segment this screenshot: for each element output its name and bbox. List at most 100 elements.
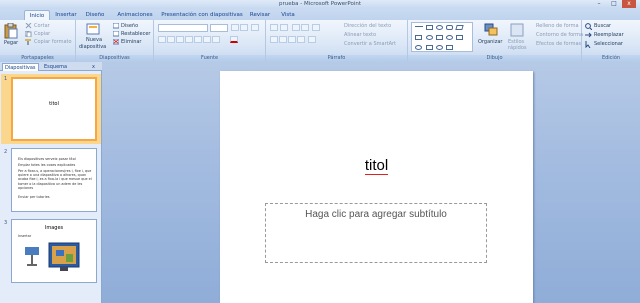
group-label-parrafo: Párrafo [266,55,407,62]
monitor-image-icon [48,242,80,271]
shadow-button[interactable] [194,36,202,43]
subtitle-placeholder[interactable]: Haga clic para agregar subtítulo [265,203,487,263]
strikethrough-button[interactable] [185,36,193,43]
change-case-button[interactable] [212,36,220,43]
group-dibujo: Organizar Estilos rápidos Relleno de for… [408,20,583,62]
find-button[interactable]: Buscar [594,23,611,29]
paste-button[interactable]: Pegar [4,40,18,46]
group-portapapeles: Pegar Cortar Copiar Copiar formato Porta… [0,20,76,62]
group-label-fuente: Fuente [154,55,265,62]
oval-shape-icon[interactable] [436,25,443,30]
align-text-button[interactable]: Alinear texto [344,32,376,38]
tab-diseno[interactable]: Diseño [82,10,108,20]
line-spacing-button[interactable] [312,24,320,31]
slide-title-text: titol [364,157,389,175]
tab-vista[interactable]: Vista [276,10,300,20]
paste-icon[interactable] [4,23,18,39]
tab-presentacion[interactable]: Presentación con diapositivas [160,10,244,20]
parallelogram-shape-icon[interactable] [455,25,464,30]
callout-shape-icon[interactable] [426,45,433,50]
clear-format-button[interactable] [251,24,259,31]
layout-button[interactable]: Diseño [121,23,138,29]
replace-button[interactable]: Reemplazar [594,32,624,38]
italic-button[interactable] [167,36,175,43]
slide-thumb-title: titol [49,101,59,107]
slide-thumbnail-1[interactable]: titol [11,77,97,141]
shape-outline-button[interactable]: Contorno de forma [536,32,583,38]
triangle-shape-icon[interactable] [436,35,443,40]
copy-icon [25,31,32,37]
group-fuente: Fuente [154,20,266,62]
slide-thumbnail-2[interactable]: Els diapositives serveix posar títol Emp… [11,148,97,212]
new-slide-icon[interactable] [86,23,100,36]
tab-diapositivas[interactable]: Diapositivas [2,63,39,71]
find-icon [585,23,592,30]
chevron-shape-icon[interactable] [446,45,453,50]
arrow-shape-icon[interactable] [415,35,422,40]
rectangle-shape-icon[interactable] [426,25,433,30]
star-shape-icon[interactable] [456,35,463,40]
shrink-font-button[interactable] [240,24,248,31]
shapes-gallery[interactable] [411,22,473,52]
align-right-button[interactable] [288,36,296,43]
font-name-combo[interactable] [158,24,208,32]
justify-button[interactable] [297,36,305,43]
slide-thumb-bullet: Per a fixar-s, a operaciones(res i, fixe… [18,169,92,190]
copy-button[interactable]: Copiar [34,31,50,37]
underline-button[interactable] [176,36,184,43]
grow-font-button[interactable] [231,24,239,31]
tab-insertar[interactable]: Insertar [52,10,80,20]
increase-indent-button[interactable] [301,24,309,31]
char-spacing-button[interactable] [203,36,211,43]
delete-slide-button[interactable]: Eliminar [121,39,142,45]
tab-inicio[interactable]: Inicio [24,10,50,20]
font-color-button[interactable] [230,36,238,43]
align-center-button[interactable] [279,36,287,43]
text-direction-button[interactable]: Dirección del texto [344,23,391,29]
quick-styles-label-2[interactable]: rápidos [508,45,527,51]
arrange-button[interactable]: Organizar [478,39,502,45]
smartart-button[interactable]: Convertir a SmartArt [344,41,396,47]
quick-styles-icon[interactable] [510,23,524,37]
current-slide[interactable]: titol Haga clic para agregar subtítulo [220,71,533,303]
new-slide-label-2[interactable]: diapositiva [79,44,106,50]
select-icon [585,41,591,48]
minimize-button[interactable]: – [592,0,606,8]
bullets-button[interactable] [270,24,278,31]
cut-button[interactable]: Cortar [34,23,50,29]
numbering-button[interactable] [280,24,288,31]
maximize-button[interactable]: □ [607,0,621,8]
align-left-button[interactable] [270,36,278,43]
curve-shape-icon[interactable] [415,45,422,50]
slide-title[interactable]: titol [220,157,533,175]
slide-thumb-bullet: Enviar per tutories [18,195,50,199]
brace-shape-icon[interactable] [446,35,453,40]
format-painter-button[interactable]: Copiar formato [34,39,72,45]
slide-thumbnail-3[interactable]: Images Insertar [11,219,97,283]
columns-button[interactable] [308,36,316,43]
panel-close-icon[interactable]: x [92,63,95,71]
ribbon-tabs: Inicio Insertar Diseño Animaciones Prese… [0,9,640,20]
select-button[interactable]: Seleccionar [594,41,623,47]
reset-button[interactable]: Restablecer [121,31,150,37]
tab-revisar[interactable]: Revisar [246,10,274,20]
tab-animaciones[interactable]: Animaciones [112,10,158,20]
circle-shape-icon[interactable] [426,35,433,40]
arrange-icon[interactable] [484,23,498,37]
group-parrafo: Dirección del texto Alinear texto Conver… [266,20,408,62]
scissors-icon [25,23,32,29]
tab-esquema[interactable]: Esquema [42,63,69,71]
format-painter-icon [25,39,31,45]
shape-fill-button[interactable]: Relleno de forma [536,23,579,29]
smile-shape-icon[interactable] [436,45,443,50]
new-slide-label[interactable]: Nueva [86,37,102,43]
slide-thumb-number: 2 [4,149,8,155]
line-shape-icon[interactable] [415,26,423,27]
shape-effects-button[interactable]: Efectos de formas [536,41,581,47]
title-bar: prueba - Microsoft PowerPoint – □ x [0,0,640,9]
bold-button[interactable] [158,36,166,43]
rounded-rect-shape-icon[interactable] [446,25,453,30]
close-button[interactable]: x [622,0,636,8]
font-size-combo[interactable] [210,24,228,32]
decrease-indent-button[interactable] [292,24,300,31]
